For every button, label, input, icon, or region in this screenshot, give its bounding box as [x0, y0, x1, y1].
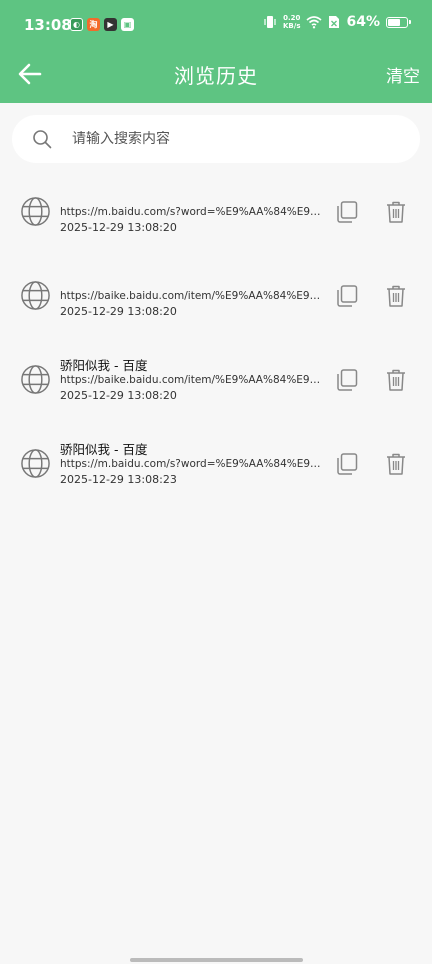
copy-icon[interactable] [335, 368, 359, 392]
history-item-title: 骄阳似我 - 百度 [60, 358, 148, 373]
status-bar: 13:08 ◐ 淘 ▶ ▣ 0.20 KB/s 64% [0, 0, 432, 50]
globe-icon [21, 365, 50, 394]
trash-icon[interactable] [385, 452, 407, 476]
history-item-time: 2025-12-29 13:08:20 [60, 305, 177, 318]
history-item-url: https://m.baidu.com/s?word=%E9%AA%84%E9%… [60, 458, 324, 470]
status-indicators: 0.20 KB/s 64% [263, 14, 411, 30]
globe-icon [21, 281, 50, 310]
leaf-app-icon: ◐ [70, 18, 83, 31]
history-item[interactable]: 骄阳似我 - 百度 https://m.baidu.com/s?word=%E9… [0, 422, 432, 506]
trash-icon[interactable] [385, 284, 407, 308]
history-item-url: https://baike.baidu.com/item/%E9%AA%84%E… [60, 290, 324, 302]
app-header: 13:08 ◐ 淘 ▶ ▣ 0.20 KB/s 64% 浏览历史 清空 [0, 0, 432, 103]
taobao-app-icon: 淘 [87, 18, 100, 31]
history-item-title: 骄阳似我 - 百度 [60, 442, 148, 457]
page-title: 浏览历史 [174, 64, 258, 88]
home-indicator[interactable] [130, 958, 303, 962]
history-item-time: 2025-12-29 13:08:23 [60, 473, 177, 486]
history-item-time: 2025-12-29 13:08:20 [60, 221, 177, 234]
search-icon [33, 130, 52, 149]
notification-icons: ◐ 淘 ▶ ▣ [70, 18, 134, 31]
history-item-text: https://baike.baidu.com/item/%E9%AA%84%E… [60, 254, 324, 338]
history-item-text: https://m.baidu.com/s?word=%E9%AA%84%E9%… [60, 170, 324, 254]
status-time: 13:08 [24, 16, 72, 34]
history-item[interactable]: https://baike.baidu.com/item/%E9%AA%84%E… [0, 254, 432, 338]
trash-icon[interactable] [385, 200, 407, 224]
history-item-text: 骄阳似我 - 百度 https://baike.baidu.com/item/%… [60, 338, 324, 422]
vibrate-icon [264, 16, 276, 28]
battery-percent: 64% [346, 14, 380, 30]
nav-bar: 浏览历史 清空 [0, 50, 432, 103]
globe-icon [21, 197, 50, 226]
wifi-icon [306, 16, 323, 29]
calendar-app-icon: ▣ [121, 18, 134, 31]
copy-icon[interactable] [335, 200, 359, 224]
history-item-text: 骄阳似我 - 百度 https://m.baidu.com/s?word=%E9… [60, 422, 324, 506]
search-bar[interactable] [12, 115, 420, 163]
trash-icon[interactable] [385, 368, 407, 392]
battery-level-fill [388, 18, 400, 26]
copy-icon[interactable] [335, 452, 359, 476]
battery-icon [386, 16, 411, 28]
clear-button[interactable]: 清空 [386, 62, 420, 87]
history-item-time: 2025-12-29 13:08:20 [60, 389, 177, 402]
history-item-url: https://m.baidu.com/s?word=%E9%AA%84%E9%… [60, 206, 324, 218]
history-item[interactable]: https://m.baidu.com/s?word=%E9%AA%84%E9%… [0, 170, 432, 254]
globe-icon [21, 449, 50, 478]
history-item[interactable]: 骄阳似我 - 百度 https://baike.baidu.com/item/%… [0, 338, 432, 422]
network-speed: 0.20 KB/s [283, 14, 301, 30]
search-input[interactable] [72, 131, 372, 147]
video-app-icon: ▶ [104, 18, 117, 31]
copy-icon[interactable] [335, 284, 359, 308]
no-sim-icon [329, 16, 340, 28]
history-item-url: https://baike.baidu.com/item/%E9%AA%84%E… [60, 374, 324, 386]
history-list: https://m.baidu.com/s?word=%E9%AA%84%E9%… [0, 170, 432, 506]
